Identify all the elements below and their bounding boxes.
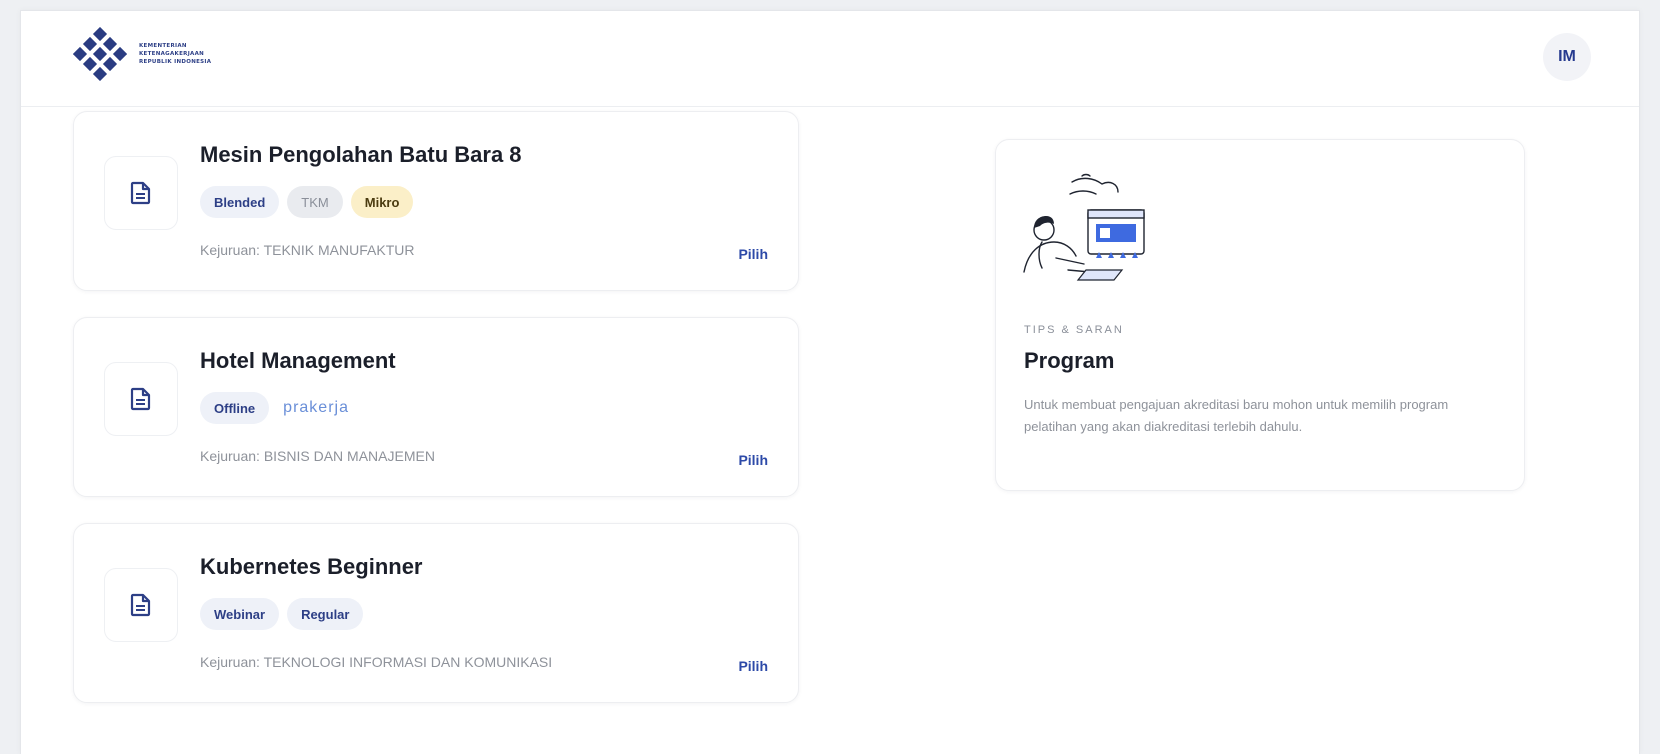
app-window: KEMENTERIAN KETENAGAKERJAAN REPUBLIK IND… [20, 10, 1640, 754]
tag-mode: Webinar [200, 598, 280, 630]
tag-type: TKM [287, 186, 343, 218]
document-icon [130, 181, 151, 205]
document-icon [130, 387, 151, 411]
avatar-initials: IM [1558, 48, 1576, 65]
tips-eyebrow: TIPS & SARAN [1024, 324, 1124, 336]
tips-body: Untuk membuat pengajuan akreditasi baru … [1024, 397, 1449, 434]
tag-mode: Offline [200, 392, 270, 424]
document-icon-box [104, 568, 178, 642]
top-bar: KEMENTERIAN KETENAGAKERJAAN REPUBLIK IND… [21, 11, 1639, 107]
program-kejuruan: Kejuruan: TEKNOLOGI INFORMASI DAN KOMUNI… [200, 654, 553, 670]
document-icon-box [104, 362, 178, 436]
tag-type: Regular [287, 598, 364, 630]
program-kejuruan: Kejuruan: TEKNIK MANUFAKTUR [200, 242, 415, 258]
prakerja-logo: prakerja [283, 399, 349, 416]
program-tags: Webinar Regular [200, 598, 364, 630]
document-icon-box [104, 156, 178, 230]
document-icon [130, 593, 151, 617]
pilih-button[interactable]: Pilih [738, 658, 768, 674]
logo-text: KEMENTERIAN KETENAGAKERJAAN REPUBLIK IND… [139, 42, 211, 66]
logo-line-1: KEMENTERIAN [139, 43, 187, 49]
program-card[interactable]: Hotel Management Offline prakerja Kejuru… [73, 317, 799, 497]
person-at-screen-illustration [1023, 173, 1145, 281]
program-tags: Blended TKM Mikro [200, 186, 414, 218]
program-card[interactable]: Kubernetes Beginner Webinar Regular Keju… [73, 523, 799, 703]
pilih-button[interactable]: Pilih [738, 452, 768, 468]
program-title: Kubernetes Beginner [200, 554, 423, 579]
program-card[interactable]: Mesin Pengolahan Batu Bara 8 Blended TKM… [73, 111, 799, 291]
tips-heading: Program [1024, 348, 1115, 373]
kemnaker-logo-icon [73, 27, 127, 81]
logo[interactable]: KEMENTERIAN KETENAGAKERJAAN REPUBLIK IND… [73, 27, 211, 81]
tag-mode: Blended [200, 186, 280, 218]
program-title: Mesin Pengolahan Batu Bara 8 [200, 142, 522, 167]
program-title: Hotel Management [200, 348, 396, 373]
program-kejuruan: Kejuruan: BISNIS DAN MANAJEMEN [200, 448, 435, 464]
logo-line-3: REPUBLIK INDONESIA [139, 59, 212, 65]
pilih-button[interactable]: Pilih [738, 246, 768, 262]
tips-card: TIPS & SARAN Program Untuk membuat penga… [995, 139, 1525, 491]
program-tags: Offline prakerja [200, 392, 355, 424]
user-avatar[interactable]: IM [1543, 33, 1591, 81]
logo-line-2: KETENAGAKERJAAN [139, 51, 205, 57]
tag-scale: Mikro [350, 186, 414, 218]
